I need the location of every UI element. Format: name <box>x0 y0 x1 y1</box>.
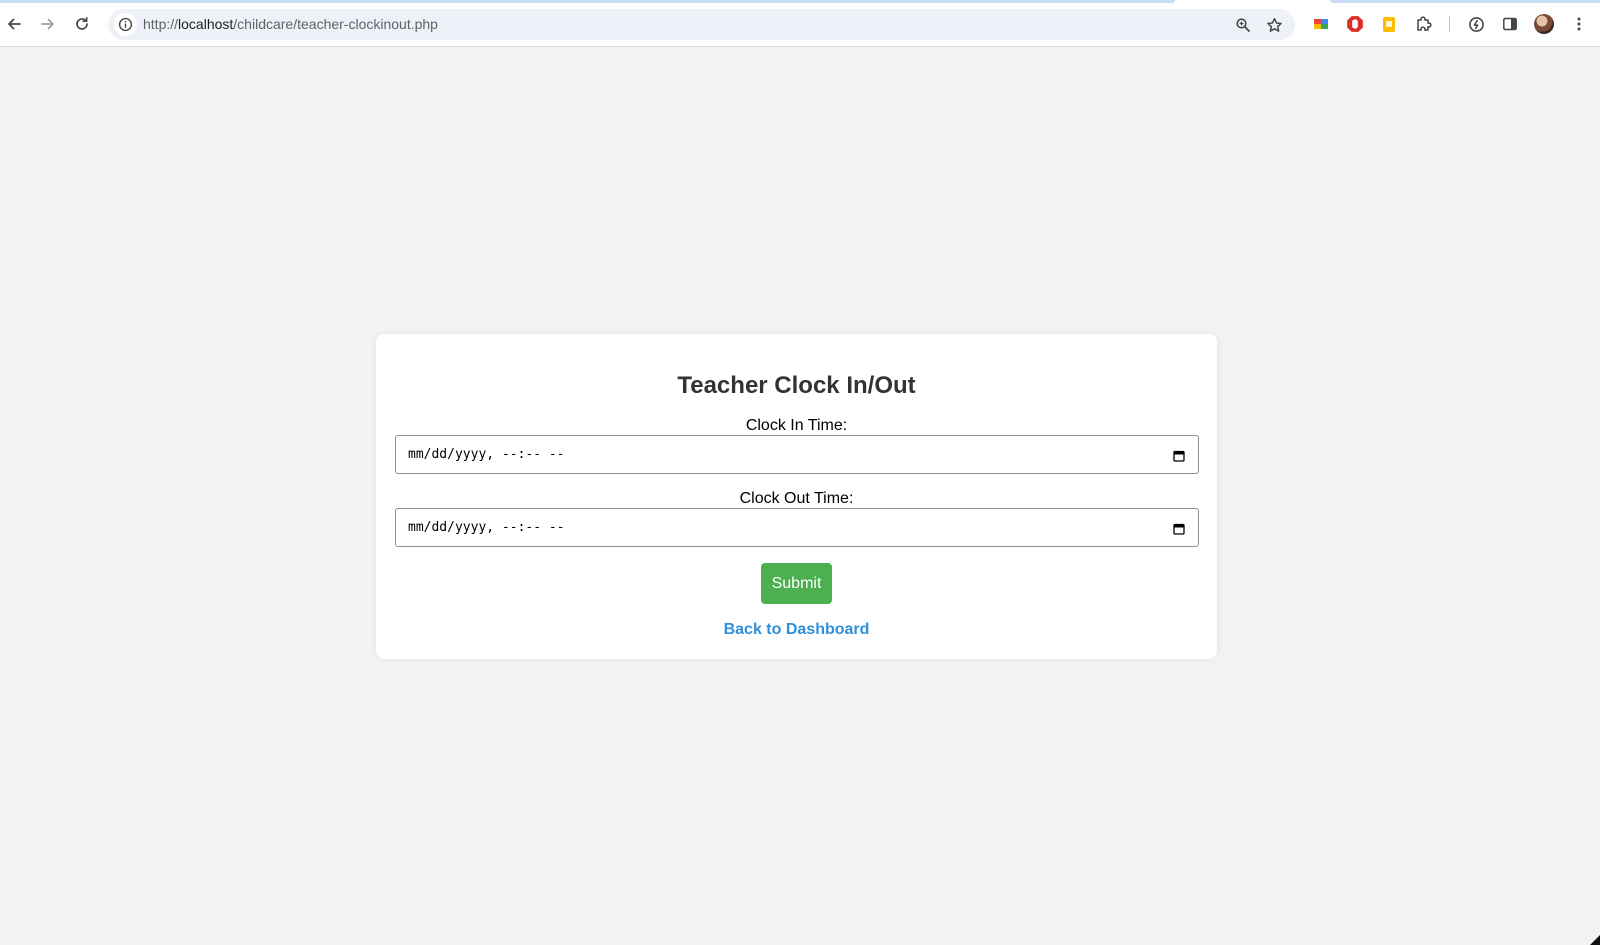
clock-out-label: Clock Out Time: <box>739 490 854 507</box>
toolbar-separator <box>1449 16 1450 32</box>
back-button[interactable] <box>1 11 27 37</box>
calendar-icon[interactable] <box>1173 522 1185 535</box>
clock-out-value: mm/dd/yyyy, --:-- -- <box>408 520 565 535</box>
address-bar[interactable]: http://localhost/childcare/teacher-clock… <box>108 9 1295 40</box>
page-title: Teacher Clock In/Out <box>677 372 916 399</box>
back-arrow-icon <box>6 16 22 32</box>
url-text[interactable]: http://localhost/childcare/teacher-clock… <box>143 16 438 32</box>
performance-icon[interactable] <box>1465 13 1487 35</box>
kebab-menu-icon[interactable] <box>1568 13 1590 35</box>
clock-in-input[interactable]: mm/dd/yyyy, --:-- -- <box>395 435 1199 474</box>
clock-in-label: Clock In Time: <box>745 417 848 434</box>
clock-form-card: Teacher Clock In/Out Clock In Time: mm/d… <box>376 334 1217 659</box>
clock-out-input[interactable]: mm/dd/yyyy, --:-- -- <box>395 508 1199 547</box>
profile-avatar[interactable] <box>1534 14 1554 34</box>
reload-button[interactable] <box>69 11 95 37</box>
notes-extension-icon[interactable] <box>1378 13 1400 35</box>
reload-icon <box>74 16 90 32</box>
side-panel-icon[interactable] <box>1499 13 1521 35</box>
star-icon[interactable] <box>1263 14 1285 36</box>
url-prefix: http:// <box>143 16 179 32</box>
info-icon[interactable] <box>114 13 137 36</box>
tab-strip-accent <box>0 0 1175 3</box>
color-extension-icon[interactable] <box>1310 13 1332 35</box>
window-corner <box>1590 935 1600 945</box>
zoom-icon[interactable] <box>1232 14 1254 36</box>
url-host: localhost <box>178 16 234 32</box>
forward-arrow-icon <box>40 16 56 32</box>
stop-sign-extension-icon[interactable] <box>1344 13 1366 35</box>
submit-button[interactable]: Submit <box>761 563 832 604</box>
calendar-icon[interactable] <box>1173 449 1185 462</box>
url-path: /childcare/teacher-clockinout.php <box>233 16 438 32</box>
clock-in-value: mm/dd/yyyy, --:-- -- <box>408 447 565 462</box>
tab-strip-accent-right <box>1330 0 1600 3</box>
browser-toolbar: http://localhost/childcare/teacher-clock… <box>0 0 1600 47</box>
puzzle-icon[interactable] <box>1413 13 1435 35</box>
forward-button[interactable] <box>35 11 61 37</box>
back-to-dashboard-link[interactable]: Back to Dashboard <box>376 621 1217 639</box>
